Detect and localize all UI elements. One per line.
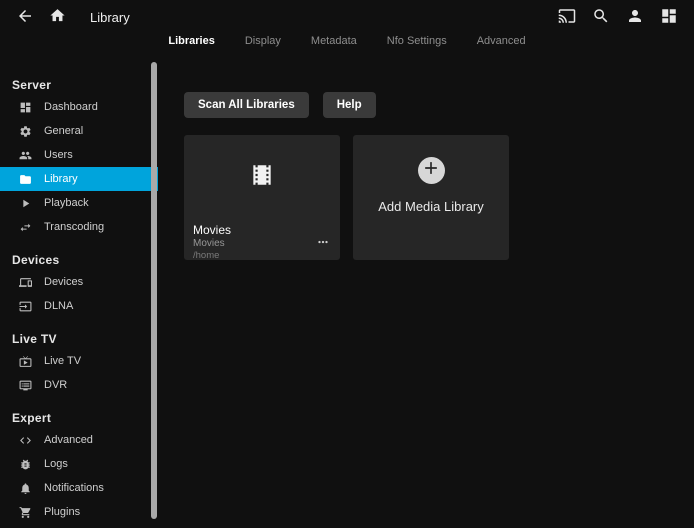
- swap-icon: [19, 221, 32, 234]
- sidebar-item-label: Advanced: [44, 434, 93, 446]
- sidebar-item-library[interactable]: Library: [0, 167, 158, 191]
- settings-tabs: Libraries Display Metadata Nfo Settings Adva…: [0, 34, 694, 60]
- dashboard-icon: [660, 7, 678, 28]
- sidebar-section-live-tv: Live TV Live TV DVR: [0, 332, 158, 397]
- back-arrow-icon: [16, 7, 34, 28]
- library-card-path: /home: [193, 250, 219, 261]
- folder-icon: [19, 173, 32, 186]
- add-circle: [418, 157, 445, 184]
- sidebar-item-label: Users: [44, 149, 73, 161]
- tab-libraries[interactable]: Libraries: [166, 34, 216, 48]
- input-icon: [19, 300, 32, 313]
- sidebar-item-label: General: [44, 125, 83, 137]
- library-actions: Scan All Libraries Help: [184, 92, 694, 118]
- code-icon: [19, 434, 32, 447]
- home-button[interactable]: [44, 4, 70, 30]
- header-left-group: Library: [12, 4, 130, 30]
- sidebar-item-transcoding[interactable]: Transcoding: [0, 215, 158, 239]
- dvr-icon: [19, 379, 32, 392]
- bell-icon: [19, 482, 32, 495]
- add-media-library-label: Add Media Library: [378, 199, 484, 214]
- sidebar-item-label: Live TV: [44, 355, 81, 367]
- sidebar-section-expert: Expert Advanced Logs Notifications Plugins Sc…: [0, 411, 158, 528]
- theaters-icon: [184, 135, 340, 215]
- library-card-movies[interactable]: MoviesMovies/home: [184, 135, 340, 260]
- plus-icon: [421, 158, 441, 183]
- sidebar-section-title: Devices: [0, 253, 158, 267]
- add-media-library-card[interactable]: Add Media Library: [353, 135, 509, 260]
- sidebar-item-users[interactable]: Users: [0, 143, 158, 167]
- sidebar-item-devices[interactable]: Devices: [0, 270, 158, 294]
- cast-icon: [558, 7, 576, 28]
- tab-advanced[interactable]: Advanced: [475, 34, 528, 48]
- search-button[interactable]: [588, 4, 614, 30]
- scan-all-libraries-button[interactable]: Scan All Libraries: [184, 92, 309, 118]
- sidebar-item-playback[interactable]: Playback: [0, 191, 158, 215]
- library-card-subtitle: Movies: [193, 238, 225, 249]
- sidebar-item-general[interactable]: General: [0, 119, 158, 143]
- sidebar-item-advanced[interactable]: Advanced: [0, 428, 158, 452]
- sidebar-item-logs[interactable]: Logs: [0, 452, 158, 476]
- sidebar-item-label: Notifications: [44, 482, 104, 494]
- sidebar-section-title: Live TV: [0, 332, 158, 346]
- user-icon: [626, 7, 644, 28]
- sidebar-section-server: Server Dashboard General Users Library Playba…: [0, 78, 158, 239]
- library-card-title: Movies: [193, 223, 231, 237]
- tab-nfo-settings[interactable]: Nfo Settings: [385, 34, 449, 48]
- more-horiz-icon: [316, 235, 330, 252]
- sidebar-item-label: Logs: [44, 458, 68, 470]
- play-icon: [19, 197, 32, 210]
- app-header: Library: [0, 0, 694, 34]
- sidebar-item-dashboard[interactable]: Dashboard: [0, 95, 158, 119]
- sidebar-item-label: Devices: [44, 276, 83, 288]
- users-icon: [19, 149, 32, 162]
- library-card-menu-button[interactable]: [314, 233, 332, 254]
- user-button[interactable]: [622, 4, 648, 30]
- sidebar-section-devices: Devices Devices DLNA: [0, 253, 158, 318]
- home-icon: [49, 7, 66, 27]
- sidebar-item-live-tv[interactable]: Live TV: [0, 349, 158, 373]
- sidebar-section-title: Expert: [0, 411, 158, 425]
- dashboard-button[interactable]: [656, 4, 682, 30]
- cart-icon: [19, 506, 32, 519]
- help-button[interactable]: Help: [323, 92, 376, 118]
- sidebar-item-scheduled-tasks[interactable]: Scheduled Tasks: [0, 524, 158, 528]
- sidebar-item-label: Transcoding: [44, 221, 104, 233]
- cast-button[interactable]: [554, 4, 580, 30]
- sidebar-scrollbar[interactable]: [151, 62, 157, 519]
- dashboard-icon: [19, 101, 32, 114]
- library-cards: MoviesMovies/home Add Media Library: [184, 135, 694, 260]
- sidebar-item-label: Playback: [44, 197, 89, 209]
- search-icon: [592, 7, 610, 28]
- live-tv-icon: [19, 355, 32, 368]
- devices-icon: [19, 276, 32, 289]
- admin-sidebar: Server Dashboard General Users Library Playba…: [0, 60, 158, 528]
- page-title: Library: [90, 10, 130, 25]
- sidebar-item-notifications[interactable]: Notifications: [0, 476, 158, 500]
- sidebar-item-label: Dashboard: [44, 101, 98, 113]
- sidebar-item-label: Library: [44, 173, 78, 185]
- gear-icon: [19, 125, 32, 138]
- content-area: Server Dashboard General Users Library Playba…: [0, 60, 694, 528]
- header-right-group: [554, 4, 682, 30]
- main-panel: Scan All Libraries Help MoviesMovies/hom…: [158, 60, 694, 528]
- sidebar-item-label: Plugins: [44, 506, 80, 518]
- sidebar-item-dlna[interactable]: DLNA: [0, 294, 158, 318]
- sidebar-item-plugins[interactable]: Plugins: [0, 500, 158, 524]
- tab-metadata[interactable]: Metadata: [309, 34, 359, 48]
- sidebar-item-label: DLNA: [44, 300, 73, 312]
- bug-icon: [19, 458, 32, 471]
- sidebar-section-title: Server: [0, 78, 158, 92]
- back-button[interactable]: [12, 4, 38, 30]
- sidebar-item-label: DVR: [44, 379, 67, 391]
- tab-display[interactable]: Display: [243, 34, 283, 48]
- sidebar-item-dvr[interactable]: DVR: [0, 373, 158, 397]
